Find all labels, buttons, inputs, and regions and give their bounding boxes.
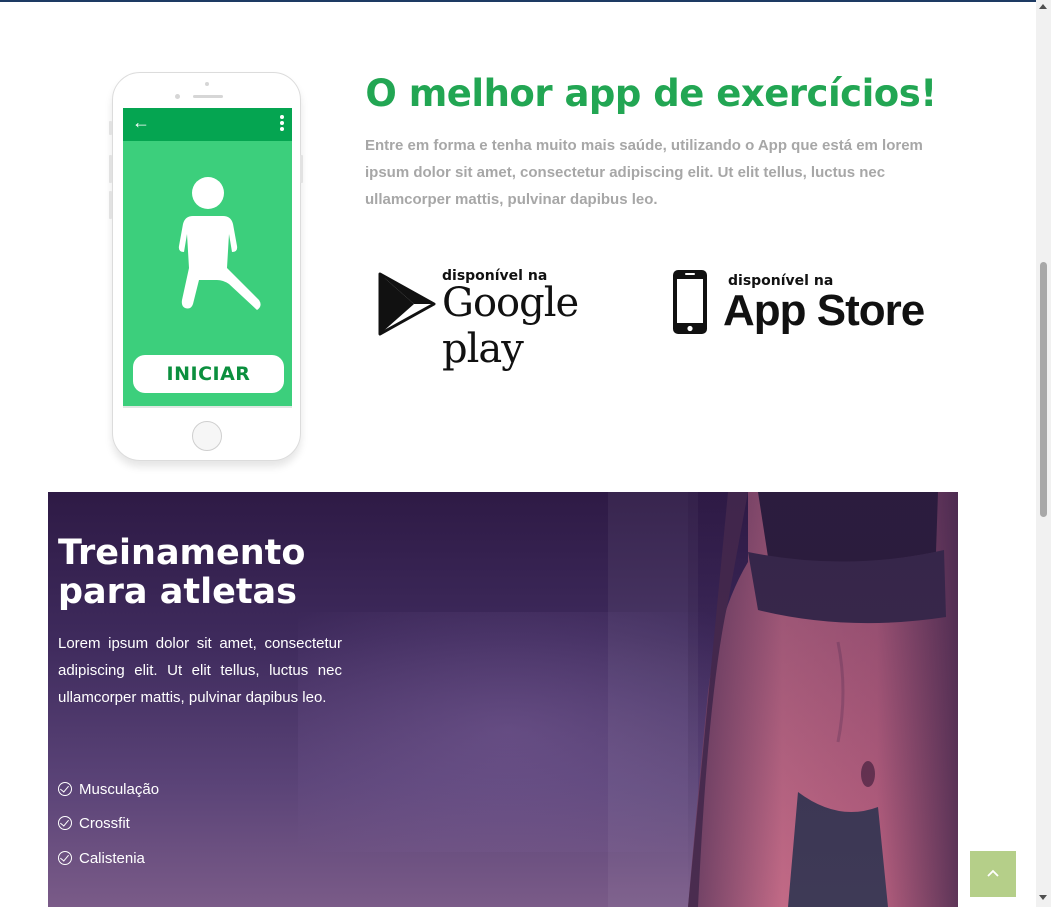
feature-label: Calistenia (79, 850, 145, 867)
background-wall (608, 492, 698, 907)
stretching-person-icon (178, 177, 261, 310)
more-vert-icon[interactable] (280, 115, 284, 133)
phone-side-button (109, 121, 112, 135)
phone-sensor (175, 94, 180, 99)
hero-title-line1: Treinamento (58, 533, 306, 573)
hero-description: Lorem ipsum dolor sit amet, consectetur … (58, 635, 342, 706)
app-section-title: O melhor app de exercícios! (365, 72, 937, 115)
scroll-down-arrow-icon[interactable] (1039, 895, 1047, 900)
scrollbar-thumb[interactable] (1040, 262, 1047, 517)
phone-side-button (300, 155, 303, 183)
feature-item: Calistenia (58, 849, 145, 869)
phone-screen: ← INICIAR (123, 108, 292, 408)
phone-mockup: ← INICIAR (109, 72, 303, 461)
top-border (0, 0, 1036, 2)
check-circle-icon (58, 851, 72, 866)
google-play-label: Google play (442, 280, 579, 372)
google-play-badge[interactable]: disponível na Google play (376, 268, 641, 372)
start-button[interactable]: INICIAR (133, 355, 284, 393)
google-play-icon (378, 272, 436, 336)
feature-label: Musculação (79, 781, 160, 798)
athlete-training-banner: Treinamento para atletas Lorem ipsum dol… (48, 492, 958, 907)
feature-item: Musculação (58, 780, 159, 800)
app-section-description: Entre em forma e tenha muito mais saúde,… (365, 137, 923, 208)
chevron-up-icon (987, 869, 999, 877)
phone-side-button (109, 155, 112, 183)
back-to-top-button[interactable] (970, 851, 1016, 897)
app-store-badge[interactable]: disponível na App Store (671, 268, 931, 340)
phone-camera (205, 82, 209, 86)
scroll-up-arrow-icon[interactable] (1039, 4, 1047, 9)
athlete-torso-image (688, 492, 958, 907)
check-circle-icon (58, 816, 72, 831)
phone-home-button (192, 421, 222, 451)
phone-side-button (109, 191, 112, 219)
back-arrow-icon[interactable]: ← (132, 112, 150, 133)
feature-item: Crossfit (58, 814, 130, 834)
feature-label: Crossfit (79, 815, 130, 832)
page-scrollbar[interactable] (1036, 0, 1051, 907)
app-store-label: App Store (723, 286, 925, 335)
hero-title: Treinamento para atletas (58, 534, 378, 612)
check-circle-icon (58, 782, 72, 797)
phone-speaker (193, 95, 223, 98)
hero-title-line2: para atletas (58, 572, 298, 612)
smartphone-icon (673, 270, 707, 334)
